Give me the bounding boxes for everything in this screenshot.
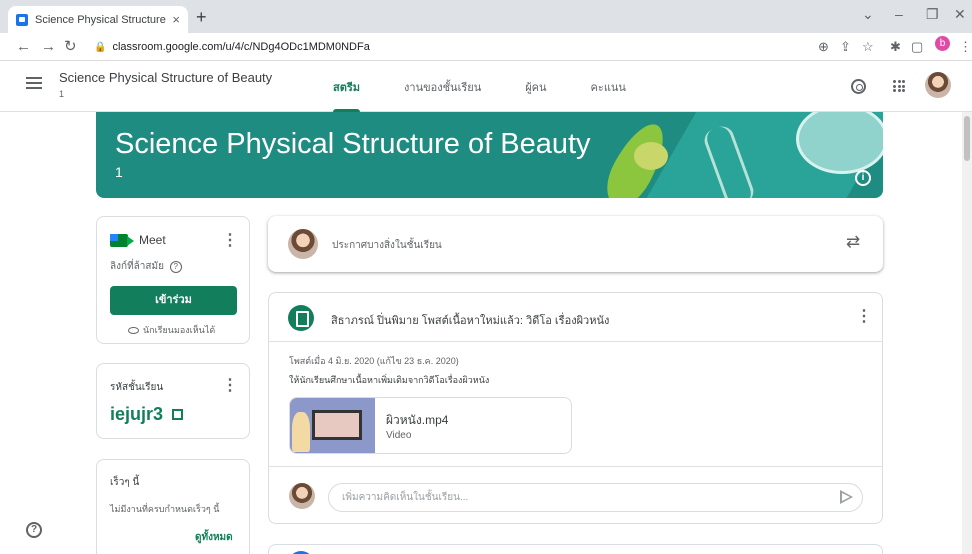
zoom-icon[interactable]: ⊕ [818,39,829,55]
forward-arrow-icon[interactable]: → [41,38,56,56]
thumbnail-figure [292,412,310,452]
attachment-type: Video [386,430,412,441]
stream-post: สิธาภรณ์ ปิ่นพิมาย โพสต์เนื้อหาใหม่แล้ว:… [268,292,883,524]
comment-placeholder: เพิ่มความคิดเห็นในชั้นเรียน... [342,492,469,503]
classroom-header: Science Physical Structure of Beauty 1 ส… [0,62,972,112]
tab-people[interactable]: ผู้คน [525,62,546,112]
banner-title: Science Physical Structure of Beauty [115,128,591,160]
class-section: 1 [59,89,65,99]
class-settings-gear-icon[interactable] [851,79,866,94]
meet-more-icon[interactable]: ⋮ [222,233,238,249]
banner-section: 1 [115,164,123,180]
meet-link-label: ลิงก์ที่ล้าสมัย [110,261,164,272]
main-menu-icon[interactable] [26,77,42,89]
meet-title: Meet [139,233,166,247]
class-banner: Science Physical Structure of Beauty 1 i [96,112,883,198]
post-divider [269,341,882,342]
class-info-icon[interactable]: i [855,170,871,186]
new-tab-button[interactable]: + [196,6,207,28]
tab-stream[interactable]: สตรีม [333,62,361,112]
announce-placeholder[interactable]: ประกาศบางสิ่งในชั้นเรียน [332,238,442,253]
extensions-puzzle-icon[interactable]: ✱ [890,39,901,55]
comment-divider [269,466,882,467]
user-avatar [288,229,318,259]
window-close-icon[interactable]: ✕ [954,6,966,23]
video-thumbnail [290,398,375,453]
commenter-avatar [289,483,315,509]
classroom-favicon-icon [16,13,28,26]
address-url: classroom.google.com/u/4/c/NDg4ODc1MDM0N… [112,41,370,53]
meet-visibility: นักเรียนมองเห็นได้ [128,323,215,337]
send-icon[interactable] [840,490,853,504]
browser-menu-icon[interactable]: ⋮ [959,39,972,55]
scrollbar-thumb[interactable] [964,116,970,161]
fullscreen-expand-icon[interactable] [172,409,183,420]
help-circle-icon[interactable]: ? [169,261,182,273]
announce-box[interactable]: ประกาศบางสิ่งในชั้นเรียน ⇄ [268,216,883,272]
meet-visibility-label: นักเรียนมองเห็นได้ [143,325,216,335]
upcoming-card: เร็วๆ นี้ ไม่มีงานที่ครบกำหนดเร็วๆ นี้ ด… [96,459,250,554]
thumbnail-screen [312,410,362,440]
tab-search-chevron-icon[interactable]: ⌄ [862,6,874,23]
tab-grades[interactable]: คะแนน [591,62,626,112]
meet-card: Meet ⋮ ลิงก์ที่ล้าสมัย ? เข้าร่วม นักเรี… [96,216,250,344]
google-apps-icon[interactable] [893,80,905,92]
side-panel-icon[interactable]: ▢ [911,39,923,55]
meet-link-status: ลิงก์ที่ล้าสมัย ? [110,259,182,274]
address-toolbar: ← → ↻ 🔒 classroom.google.com/u/4/c/NDg4O… [0,33,972,61]
post-title[interactable]: สิธาภรณ์ ปิ่นพิมาย โพสต์เนื้อหาใหม่แล้ว:… [331,311,609,329]
post-more-icon[interactable]: ⋮ [856,309,872,325]
share-icon[interactable]: ⇪ [840,39,851,55]
help-icon[interactable]: ? [26,522,42,538]
next-stream-post [268,544,883,554]
browser-tab-title: Science Physical Structure of Bea [35,13,166,26]
class-code-label: รหัสชั้นเรียน [110,382,164,393]
class-code-more-icon[interactable]: ⋮ [222,378,238,394]
upcoming-empty: ไม่มีงานที่ครบกำหนดเร็วๆ นี้ [110,504,220,514]
class-code-card: รหัสชั้นเรียน ⋮ iejujr3 [96,363,250,439]
class-code-value: iejujr3 [110,404,164,424]
post-date: โพสต์เมื่อ 4 มิ.ย. 2020 (แก้ไข 23 ธ.ค. 2… [289,356,459,366]
view-all-link[interactable]: ดูทั้งหมด [195,530,233,545]
restore-icon[interactable]: ❐ [926,6,939,23]
page-scrollbar[interactable] [962,112,972,554]
reload-icon[interactable]: ↻ [64,38,77,56]
video-attachment[interactable]: ผิวหนัง.mp4 Video [289,397,572,454]
material-post-icon [288,305,314,331]
post-body: ให้นักเรียนศึกษาเนื้อหาเพิ่มเติมจากวิดีโ… [289,375,490,385]
join-meet-button[interactable]: เข้าร่วม [110,286,237,315]
banner-bud-illustration [634,142,668,170]
repost-arrows-icon[interactable]: ⇄ [846,232,860,252]
account-avatar[interactable] [925,72,951,98]
address-bar[interactable]: 🔒 classroom.google.com/u/4/c/NDg4ODc1MDM… [84,36,864,58]
browser-tab[interactable]: Science Physical Structure of Bea × [8,6,188,33]
tab-classwork[interactable]: งานของชั้นเรียน [404,62,481,112]
upcoming-title: เร็วๆ นี้ [110,477,140,488]
browser-profile-avatar[interactable]: b [935,36,950,51]
class-name[interactable]: Science Physical Structure of Beauty [59,70,272,85]
minimize-icon[interactable]: – [895,6,903,22]
back-arrow-icon[interactable]: ← [16,38,31,56]
close-tab-icon[interactable]: × [172,12,180,27]
class-tabs: สตรีม งานของชั้นเรียน ผู้คน คะแนน [333,62,670,112]
browser-tab-strip: Science Physical Structure of Bea × + ⌄ … [0,0,972,33]
eye-icon [128,327,139,335]
bookmark-star-icon[interactable]: ☆ [862,39,874,55]
lock-icon: 🔒 [94,41,107,53]
attachment-name: ผิวหนัง.mp4 [386,413,449,427]
meet-icon [110,234,134,247]
comment-input[interactable]: เพิ่มความคิดเห็นในชั้นเรียน... [328,483,863,512]
